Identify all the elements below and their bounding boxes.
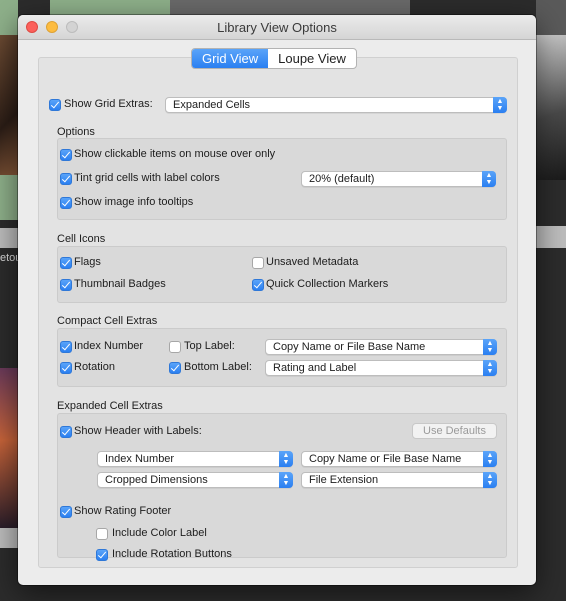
window-title: Library View Options [217,20,337,35]
options-group: Show clickable items on mouse over only … [57,138,507,220]
show-rating-footer-checkbox[interactable] [60,506,72,518]
top-label-checkbox[interactable] [169,341,181,353]
chevron-updown-icon: ▲ ▼ [483,472,497,488]
grid-extras-select-value: Expanded Cells [173,99,251,111]
unsaved-metadata-checkbox[interactable] [252,257,264,269]
flags-checkbox[interactable] [60,257,72,269]
show-grid-extras-label: Show Grid Extras: [64,98,153,110]
unsaved-metadata-label: Unsaved Metadata [266,256,359,268]
header-label-1-select[interactable]: Index Number ▲ ▼ [97,451,293,467]
show-clickable-items-label: Show clickable items on mouse over only [74,148,276,160]
chevron-updown-icon: ▲ ▼ [493,97,507,113]
header-label-4-select[interactable]: File Extension ▲ ▼ [301,472,497,488]
background-strip [0,228,18,248]
top-label-select-value: Copy Name or File Base Name [273,341,426,353]
options-section-title: Options [57,126,95,138]
background-thumbnail [0,368,18,528]
show-image-info-tooltips-checkbox[interactable] [60,197,72,209]
show-rating-footer-label: Show Rating Footer [74,505,172,517]
include-color-label-label: Include Color Label [112,527,207,539]
library-view-options-dialog: Library View Options Show Grid Extras: E… [18,15,536,585]
quick-collection-markers-label: Quick Collection Markers [266,278,389,290]
chevron-updown-icon: ▲ ▼ [279,451,293,467]
show-header-with-labels-label: Show Header with Labels: [74,425,202,437]
show-clickable-items-checkbox[interactable] [60,149,72,161]
header-label-2-select[interactable]: Copy Name or File Base Name ▲ ▼ [301,451,497,467]
index-number-checkbox[interactable] [60,341,72,353]
compact-cell-extras-group: Index Number Top Label: Copy Name or Fil… [57,328,507,387]
cell-icons-section-title: Cell Icons [57,233,106,245]
header-label-3-value: Cropped Dimensions [105,474,208,486]
header-label-3-select[interactable]: Cropped Dimensions ▲ ▼ [97,472,293,488]
rotation-checkbox[interactable] [60,362,72,374]
bottom-label-label: Bottom Label: [184,361,252,373]
bottom-label-select-value: Rating and Label [273,362,357,374]
chevron-updown-icon: ▲ ▼ [483,451,497,467]
chevron-updown-icon: ▲ ▼ [483,360,497,376]
background-thumbnail [50,0,170,15]
view-mode-tabs: Grid View Loupe View [191,48,357,69]
bottom-label-checkbox[interactable] [169,362,181,374]
expanded-cell-extras-title: Expanded Cell Extras [57,400,163,412]
show-grid-extras-checkbox[interactable] [49,99,61,111]
flags-label: Flags [74,256,101,268]
bottom-label-select[interactable]: Rating and Label ▲ ▼ [265,360,497,376]
thumbnail-badges-label: Thumbnail Badges [74,278,166,290]
tint-amount-select[interactable]: 20% (default) ▲ ▼ [301,171,496,187]
top-label-select[interactable]: Copy Name or File Base Name ▲ ▼ [265,339,497,355]
background-thumbnail [170,0,410,15]
show-image-info-tooltips-label: Show image info tooltips [74,196,194,208]
expanded-cell-extras-group: Show Header with Labels: Use Defaults In… [57,413,507,561]
quick-collection-markers-checkbox[interactable] [252,279,264,291]
index-number-label: Index Number [74,340,144,352]
chevron-updown-icon: ▲ ▼ [483,339,497,355]
title-bar: Library View Options [18,15,536,40]
top-label-label: Top Label: [184,340,235,352]
chevron-updown-icon: ▲ ▼ [482,171,496,187]
compact-cell-extras-title: Compact Cell Extras [57,315,158,327]
header-label-2-value: Copy Name or File Base Name [309,453,462,465]
tint-grid-cells-checkbox[interactable] [60,173,72,185]
chevron-updown-icon: ▲ ▼ [279,472,293,488]
use-defaults-button[interactable]: Use Defaults [412,423,497,439]
tab-grid-view[interactable]: Grid View [192,49,269,68]
background-thumbnail [0,35,18,175]
background-thumbnail [536,35,566,180]
include-rotation-buttons-label: Include Rotation Buttons [112,548,232,560]
rotation-label: Rotation [74,361,115,373]
show-header-with-labels-checkbox[interactable] [60,426,72,438]
thumbnail-badges-checkbox[interactable] [60,279,72,291]
header-label-4-value: File Extension [309,474,379,486]
background-strip [536,226,566,248]
include-color-label-checkbox[interactable] [96,528,108,540]
include-rotation-buttons-checkbox[interactable] [96,549,108,561]
tint-amount-value: 20% (default) [309,173,375,185]
background-strip [0,528,18,548]
header-label-1-value: Index Number [105,453,175,465]
tab-loupe-view[interactable]: Loupe View [268,49,356,68]
grid-extras-select[interactable]: Expanded Cells ▲ ▼ [165,97,507,113]
tint-grid-cells-label: Tint grid cells with label colors [74,172,220,184]
grid-view-panel: Show Grid Extras: Expanded Cells ▲ ▼ Opti… [38,57,518,568]
cell-icons-group: Flags Unsaved Metadata Thumbnail Badges … [57,246,507,303]
